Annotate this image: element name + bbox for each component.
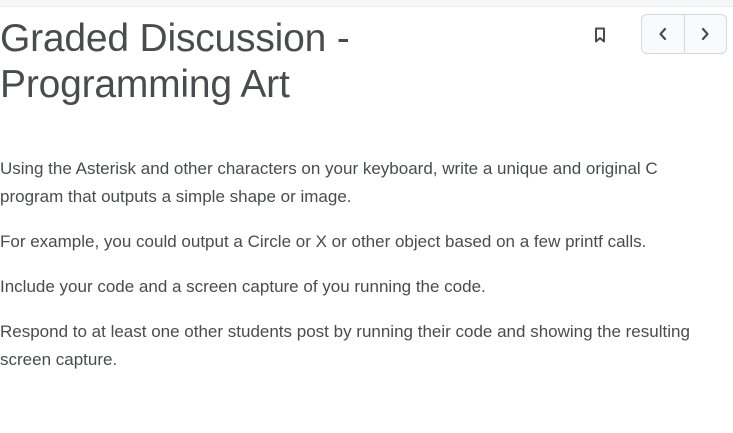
next-topic-button[interactable]: [683, 15, 727, 53]
chevron-left-icon: [659, 27, 666, 41]
bookmark-icon: [595, 27, 605, 43]
page-title: Graded Discussion - Programming Art: [0, 17, 350, 106]
chevron-right-icon: [702, 27, 709, 41]
bookmark-button[interactable]: [593, 27, 607, 43]
discussion-description: Using the Asterisk and other characters …: [0, 155, 700, 391]
previous-topic-button[interactable]: [642, 15, 684, 53]
description-paragraph: Respond to at least one other students p…: [0, 322, 690, 369]
description-paragraph: Include your code and a screen capture o…: [0, 277, 486, 296]
description-paragraph: Using the Asterisk and other characters …: [0, 159, 658, 206]
topic-navigation: [641, 14, 727, 54]
description-paragraph: For example, you could output a Circle o…: [0, 232, 647, 251]
discussion-page: Graded Discussion - Programming Art Usin…: [0, 0, 733, 433]
